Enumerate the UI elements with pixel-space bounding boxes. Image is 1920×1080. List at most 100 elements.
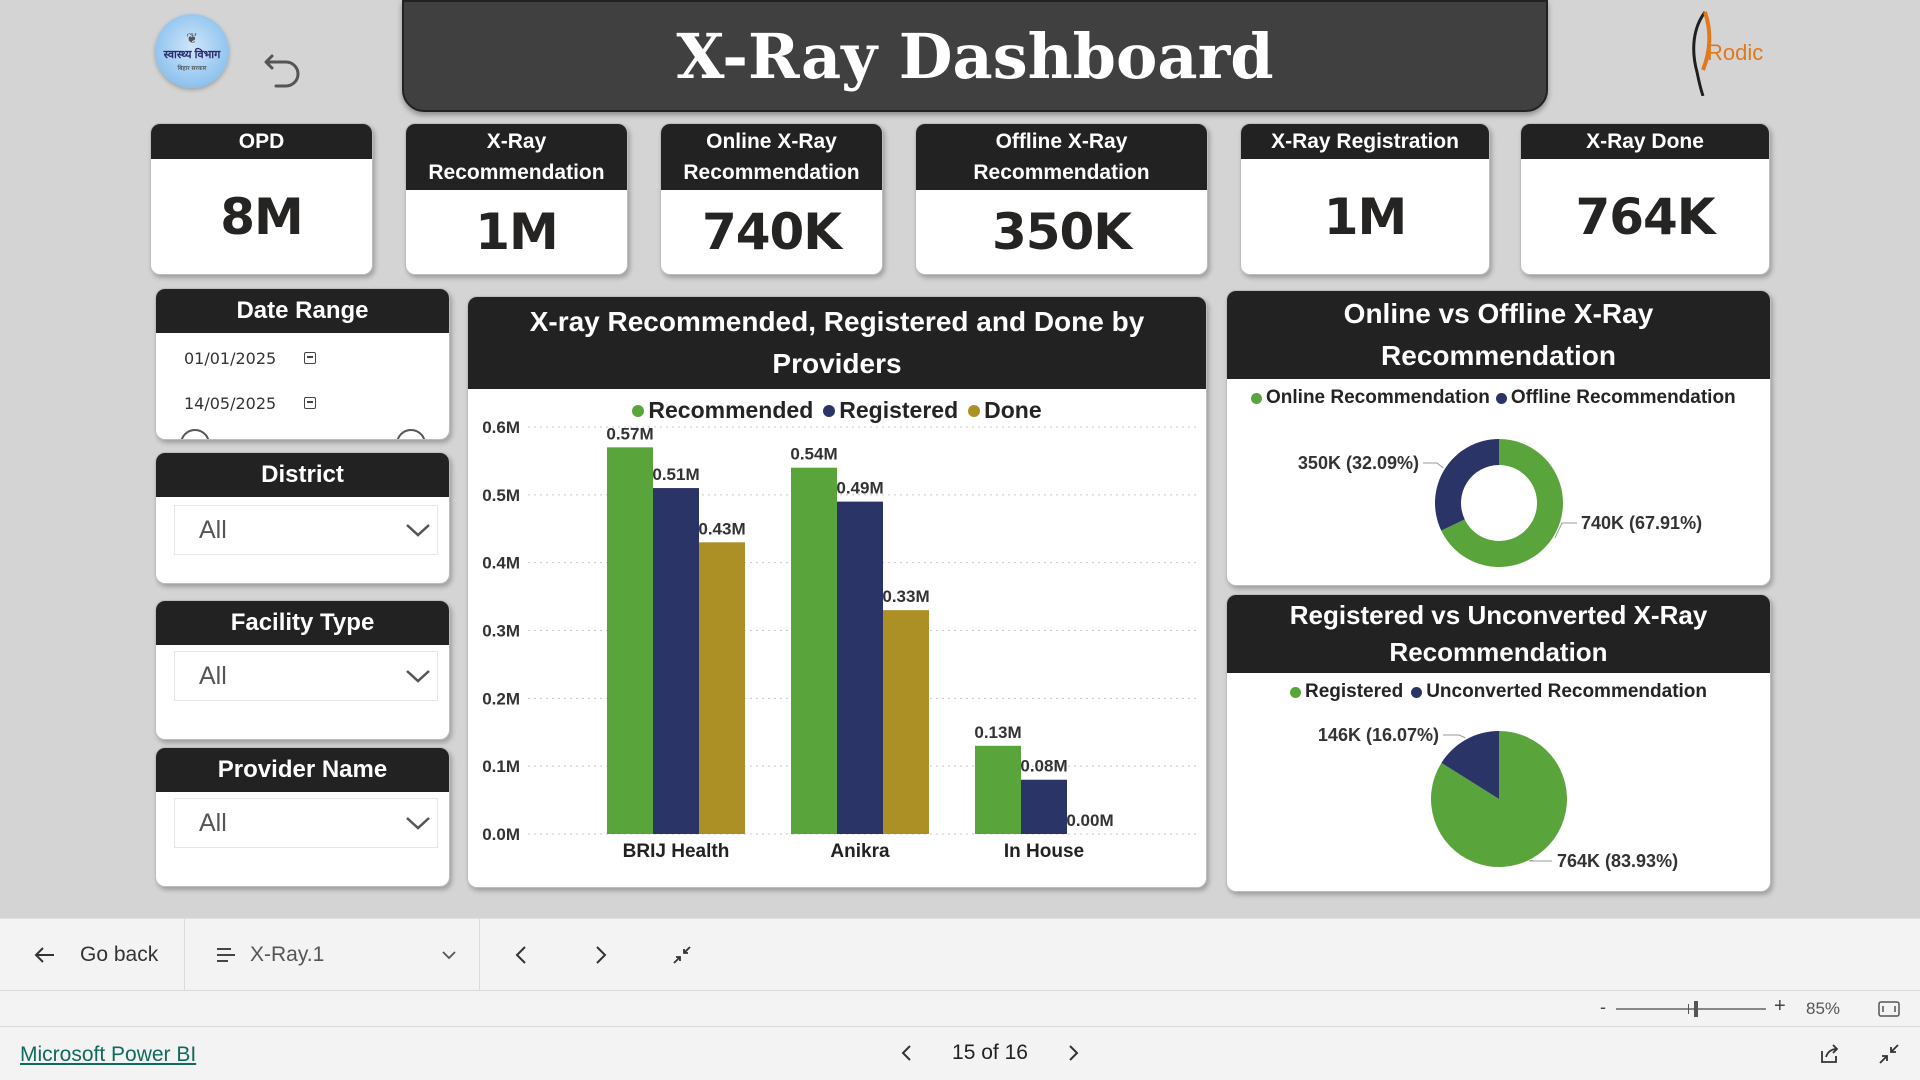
- fit-to-page-icon[interactable]: [1878, 1001, 1900, 1017]
- kpi-value: 740K: [701, 203, 842, 261]
- zoom-level: 85%: [1806, 999, 1841, 1018]
- zoom-slider-track[interactable]: [1616, 1001, 1766, 1017]
- bar-done[interactable]: [699, 542, 745, 834]
- bar-registered[interactable]: [653, 488, 699, 834]
- bar-registered[interactable]: [1021, 779, 1067, 834]
- kpi-label: OPD: [151, 124, 372, 159]
- logo-text: स्वास्थ्य विभाग: [163, 48, 221, 61]
- y-tick-label: 0.5M: [482, 486, 520, 505]
- x-category-label: BRIJ Health: [623, 841, 730, 862]
- kpi-value: 8M: [220, 187, 304, 246]
- date-to-value: 14/05/2025: [184, 393, 277, 413]
- zoom-in-button[interactable]: +: [1774, 995, 1786, 1018]
- page-name: X-Ray.1: [250, 943, 325, 966]
- provider-name-slicer: Provider Name All: [155, 747, 450, 887]
- kpi-label: X-Ray Registration: [1241, 124, 1489, 159]
- kpi-card-opd: OPD 8M: [150, 123, 373, 275]
- previous-page-button[interactable]: [514, 919, 528, 991]
- kpi-card-xray-done: X-Ray Done 764K: [1520, 123, 1770, 275]
- page-indicator-text: 15 of 16: [952, 1041, 1028, 1064]
- page-title: X-Ray Dashboard: [676, 19, 1274, 93]
- bar-recommended[interactable]: [791, 467, 837, 834]
- chevron-down-icon: [406, 670, 430, 683]
- leader-line: [1423, 462, 1444, 469]
- pie-chart-card: Registered vs Unconverted X-Ray Recommen…: [1226, 594, 1771, 892]
- share-icon[interactable]: [1818, 1043, 1840, 1065]
- date-range-slicer: Date Range 01/01/2025 14/05/2025: [155, 288, 450, 440]
- y-tick-label: 0.4M: [482, 554, 520, 573]
- kpi-label: Online X-Ray Recommendation: [661, 124, 882, 190]
- calendar-icon[interactable]: [304, 397, 316, 409]
- pie-slice[interactable]: [1435, 439, 1499, 531]
- kpi-value: 764K: [1575, 187, 1715, 246]
- slicer-title: District: [156, 453, 449, 497]
- slice-data-label: 764K (83.93%): [1557, 851, 1678, 871]
- district-slicer: District All: [155, 452, 450, 584]
- power-bi-link[interactable]: Microsoft Power BI: [20, 1043, 196, 1067]
- provider-name-dropdown[interactable]: All: [174, 798, 438, 848]
- range-slider-handle-start[interactable]: [180, 429, 210, 439]
- y-tick-label: 0.0M: [482, 825, 520, 844]
- chevron-down-icon: [442, 951, 456, 960]
- date-to-input[interactable]: 14/05/2025: [176, 388, 316, 418]
- collapse-icon: [673, 946, 691, 964]
- bar-recommended[interactable]: [975, 745, 1021, 834]
- dropdown-value: All: [199, 661, 227, 690]
- zoom-out-button[interactable]: -: [1600, 997, 1606, 1018]
- y-tick-label: 0.3M: [482, 622, 520, 641]
- slicer-title: Provider Name: [156, 748, 449, 792]
- bar-data-label: 0.13M: [974, 723, 1021, 742]
- kpi-label: X-Ray Recommendation: [406, 124, 627, 190]
- zoom-slider-thumb[interactable]: [1694, 1001, 1699, 1017]
- logo-wordmark: Rodic: [1707, 40, 1764, 65]
- slicer-title: Facility Type: [156, 601, 449, 645]
- date-from-input[interactable]: 01/01/2025: [176, 343, 316, 373]
- calendar-icon[interactable]: [304, 352, 316, 364]
- slice-data-label: 350K (32.09%): [1298, 453, 1419, 473]
- kpi-card-online-recommendation: Online X-Ray Recommendation 740K: [660, 123, 883, 275]
- district-dropdown[interactable]: All: [174, 505, 438, 555]
- page-selector-dropdown[interactable]: X-Ray.1: [216, 919, 456, 991]
- bar-recommended[interactable]: [607, 447, 653, 834]
- go-back-button[interactable]: Go back: [34, 919, 184, 991]
- pie-chart-plot: 764K (83.93%) 146K (16.07%): [1318, 725, 1678, 871]
- footer-bar: Microsoft Power BI 15 of 16: [0, 1026, 1920, 1080]
- bar-data-label: 0.00M: [1066, 811, 1113, 830]
- chart-title: X-ray Recommended, Registered and Done b…: [468, 297, 1206, 389]
- bar-done[interactable]: [883, 610, 929, 834]
- chevron-down-icon: [406, 524, 430, 537]
- y-tick-label: 0.6M: [482, 418, 520, 437]
- range-slider-handle-end[interactable]: [396, 429, 426, 439]
- chevron-right-icon: [596, 946, 607, 964]
- emblem-icon: ❦: [186, 29, 198, 46]
- kpi-label: Offline X-Ray Recommendation: [916, 124, 1207, 190]
- rodic-logo: Rodic: [1685, 6, 1785, 96]
- collapse-button[interactable]: [672, 919, 692, 991]
- kpi-card-offline-recommendation: Offline X-Ray Recommendation 350K: [915, 123, 1208, 275]
- bar-data-label: 0.57M: [606, 424, 653, 443]
- go-back-label: Go back: [80, 943, 159, 966]
- report-canvas: ❦ स्वास्थ्य विभाग बिहार सरकार X-Ray Dash…: [0, 0, 1920, 918]
- kpi-card-xray-registration: X-Ray Registration 1M: [1240, 123, 1490, 275]
- arrow-left-icon: [34, 947, 54, 963]
- logo-subtext: बिहार सरकार: [177, 65, 207, 72]
- chevron-left-icon: [515, 946, 526, 964]
- chevron-right-icon[interactable]: [1068, 1044, 1080, 1062]
- donut-chart-plot: 740K (67.91%) 350K (32.09%): [1298, 439, 1702, 567]
- bar-data-label: 0.08M: [1020, 757, 1067, 776]
- undo-icon[interactable]: [262, 44, 306, 88]
- facility-type-dropdown[interactable]: All: [174, 651, 438, 701]
- next-page-button[interactable]: [594, 919, 608, 991]
- chevron-left-icon[interactable]: [900, 1044, 912, 1062]
- chevron-down-icon: [406, 817, 430, 830]
- slicer-title: Date Range: [156, 289, 449, 333]
- fullscreen-exit-icon[interactable]: [1878, 1043, 1900, 1065]
- bar-registered[interactable]: [837, 501, 883, 834]
- bar-data-label: 0.49M: [836, 479, 883, 498]
- bar-data-label: 0.51M: [652, 465, 699, 484]
- kpi-label: X-Ray Done: [1521, 124, 1769, 159]
- x-category-label: In House: [1004, 841, 1084, 862]
- zoom-bar: - + 85%: [0, 990, 1920, 1026]
- donut-chart-card: Online vs Offline X-Ray Recommendation O…: [1226, 290, 1771, 586]
- zoom-default-tick: [1688, 1004, 1689, 1014]
